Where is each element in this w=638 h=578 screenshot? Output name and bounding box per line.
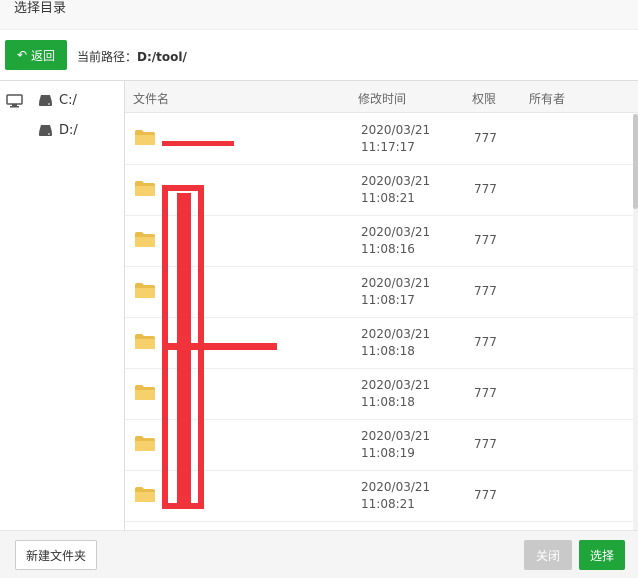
file-permission: 777: [474, 284, 497, 298]
folder-icon: [135, 385, 155, 400]
file-mtime: 2020/03/21 11:08:17: [361, 275, 430, 309]
file-mtime: 2020/03/21 11:08:18: [361, 326, 430, 360]
dialog-titlebar: 选择目录: [0, 0, 638, 30]
file-mtime-date: 2020/03/21: [361, 429, 431, 443]
hard-drive-icon: [39, 94, 52, 106]
file-mtime: 2020/03/21 11:08:19: [361, 428, 430, 462]
dialog-title: 选择目录: [14, 1, 67, 16]
file-mtime-date: 2020/03/21: [361, 276, 431, 290]
dialog-footer: 新建文件夹 关闭 选择: [0, 530, 638, 578]
file-permission: 777: [474, 131, 497, 145]
drive-label: C:/: [59, 92, 77, 108]
file-permission: 777: [474, 437, 497, 451]
file-mtime-time: 11:08:19: [361, 446, 415, 460]
table-row[interactable]: 2020/03/21 11:17:17 777: [125, 114, 633, 165]
hard-drive-icon: [39, 124, 52, 136]
sidebar-item-drive-d[interactable]: D:/: [38, 120, 78, 140]
folder-icon: [135, 181, 155, 196]
file-mtime-date: 2020/03/21: [361, 174, 431, 188]
new-folder-button[interactable]: 新建文件夹: [15, 540, 97, 570]
folder-icon: [135, 232, 155, 247]
back-button[interactable]: ↶ 返回: [5, 40, 67, 70]
close-button[interactable]: 关闭: [524, 540, 572, 570]
file-permission: 777: [474, 335, 497, 349]
folder-icon: [135, 334, 155, 349]
scrollbar[interactable]: [633, 114, 638, 531]
drive-sidebar: C:/ D:/: [0, 81, 125, 531]
drive-label: D:/: [59, 122, 78, 138]
file-mtime-date: 2020/03/21: [361, 327, 431, 341]
scrollbar-thumb[interactable]: [633, 114, 638, 209]
back-arrow-icon: ↶: [16, 48, 28, 62]
file-mtime-time: 11:17:17: [361, 140, 415, 154]
file-mtime: 2020/03/21 11:08:18: [361, 377, 430, 411]
file-permission: 777: [474, 386, 497, 400]
file-mtime-date: 2020/03/21: [361, 225, 431, 239]
column-header-perm[interactable]: 权限: [472, 90, 496, 107]
column-header-mtime[interactable]: 修改时间: [358, 90, 406, 107]
file-mtime: 2020/03/21 11:08:21: [361, 479, 430, 513]
folder-icon: [135, 283, 155, 298]
file-mtime-date: 2020/03/21: [361, 480, 431, 494]
sidebar-item-drive-c[interactable]: C:/: [38, 90, 77, 110]
folder-icon: [135, 130, 155, 145]
toolbar: ↶ 返回 当前路径：D:/tool/: [0, 30, 638, 80]
current-path-value: D:/tool/: [137, 50, 187, 64]
redaction-mark: [168, 343, 277, 350]
redaction-mark: [162, 141, 234, 146]
file-mtime-time: 11:08:16: [361, 242, 415, 256]
column-header-owner[interactable]: 所有者: [529, 90, 565, 107]
file-permission: 777: [474, 488, 497, 502]
column-header-name[interactable]: 文件名: [133, 90, 169, 107]
redaction-mark: [162, 503, 204, 509]
file-mtime: 2020/03/21 11:17:17: [361, 122, 430, 156]
file-list: 文件名 修改时间 权限 所有者 2020/03/21 11:17:17 777 202…: [125, 81, 638, 531]
file-mtime-time: 11:08:18: [361, 344, 415, 358]
file-mtime-date: 2020/03/21: [361, 123, 431, 137]
file-mtime-time: 11:08:17: [361, 293, 415, 307]
select-button[interactable]: 选择: [579, 540, 625, 570]
computer-icon: [6, 94, 23, 108]
file-mtime-date: 2020/03/21: [361, 378, 431, 392]
folder-icon: [135, 487, 155, 502]
current-path: 当前路径：D:/tool/: [77, 48, 187, 65]
back-button-label: 返回: [31, 48, 56, 63]
file-mtime-time: 11:08:18: [361, 395, 415, 409]
file-mtime-time: 11:08:21: [361, 191, 415, 205]
file-table-header: 文件名 修改时间 权限 所有者: [125, 81, 638, 113]
folder-icon: [135, 436, 155, 451]
file-mtime: 2020/03/21 11:08:16: [361, 224, 430, 258]
file-mtime: 2020/03/21 11:08:21: [361, 173, 430, 207]
file-permission: 777: [474, 182, 497, 196]
file-mtime-time: 11:08:21: [361, 497, 415, 511]
browser-content: C:/ D:/ 文件名 修改时间 权限 所有者 2020/03/21 11:17:…: [0, 80, 638, 531]
current-path-label: 当前路径：: [77, 50, 138, 64]
file-permission: 777: [474, 233, 497, 247]
